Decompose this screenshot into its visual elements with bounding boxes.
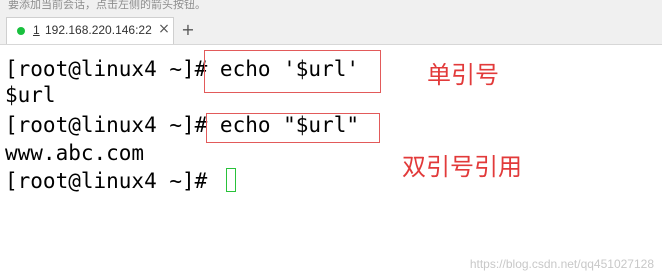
highlight-box-single — [204, 50, 381, 93]
annotation-single-quote: 单引号 — [427, 61, 499, 89]
new-tab-button[interactable]: + — [178, 20, 198, 40]
text-cursor — [226, 168, 236, 192]
tab-bar: 要添加当前会话，点击左侧的箭头按钮。 1 192.168.220.146:22 … — [0, 0, 662, 45]
close-tab-icon[interactable]: × — [157, 21, 171, 37]
session-hint-text: 要添加当前会话，点击左侧的箭头按钮。 — [8, 0, 206, 10]
terminal-line: www.abc.com — [5, 141, 145, 165]
tab-number: 1 — [33, 23, 40, 37]
connected-status-icon — [17, 27, 25, 35]
terminal-line: $url — [5, 83, 56, 107]
highlight-box-double — [206, 113, 380, 143]
session-tab[interactable]: 1 192.168.220.146:22 × — [6, 17, 174, 44]
tab-label: 192.168.220.146:22 — [45, 23, 152, 37]
watermark-text: https://blog.csdn.net/qq451027128 — [469, 257, 654, 271]
terminal-line: [root@linux4 ~]# — [5, 169, 208, 193]
annotation-double-quote: 双引号引用 — [402, 153, 522, 181]
